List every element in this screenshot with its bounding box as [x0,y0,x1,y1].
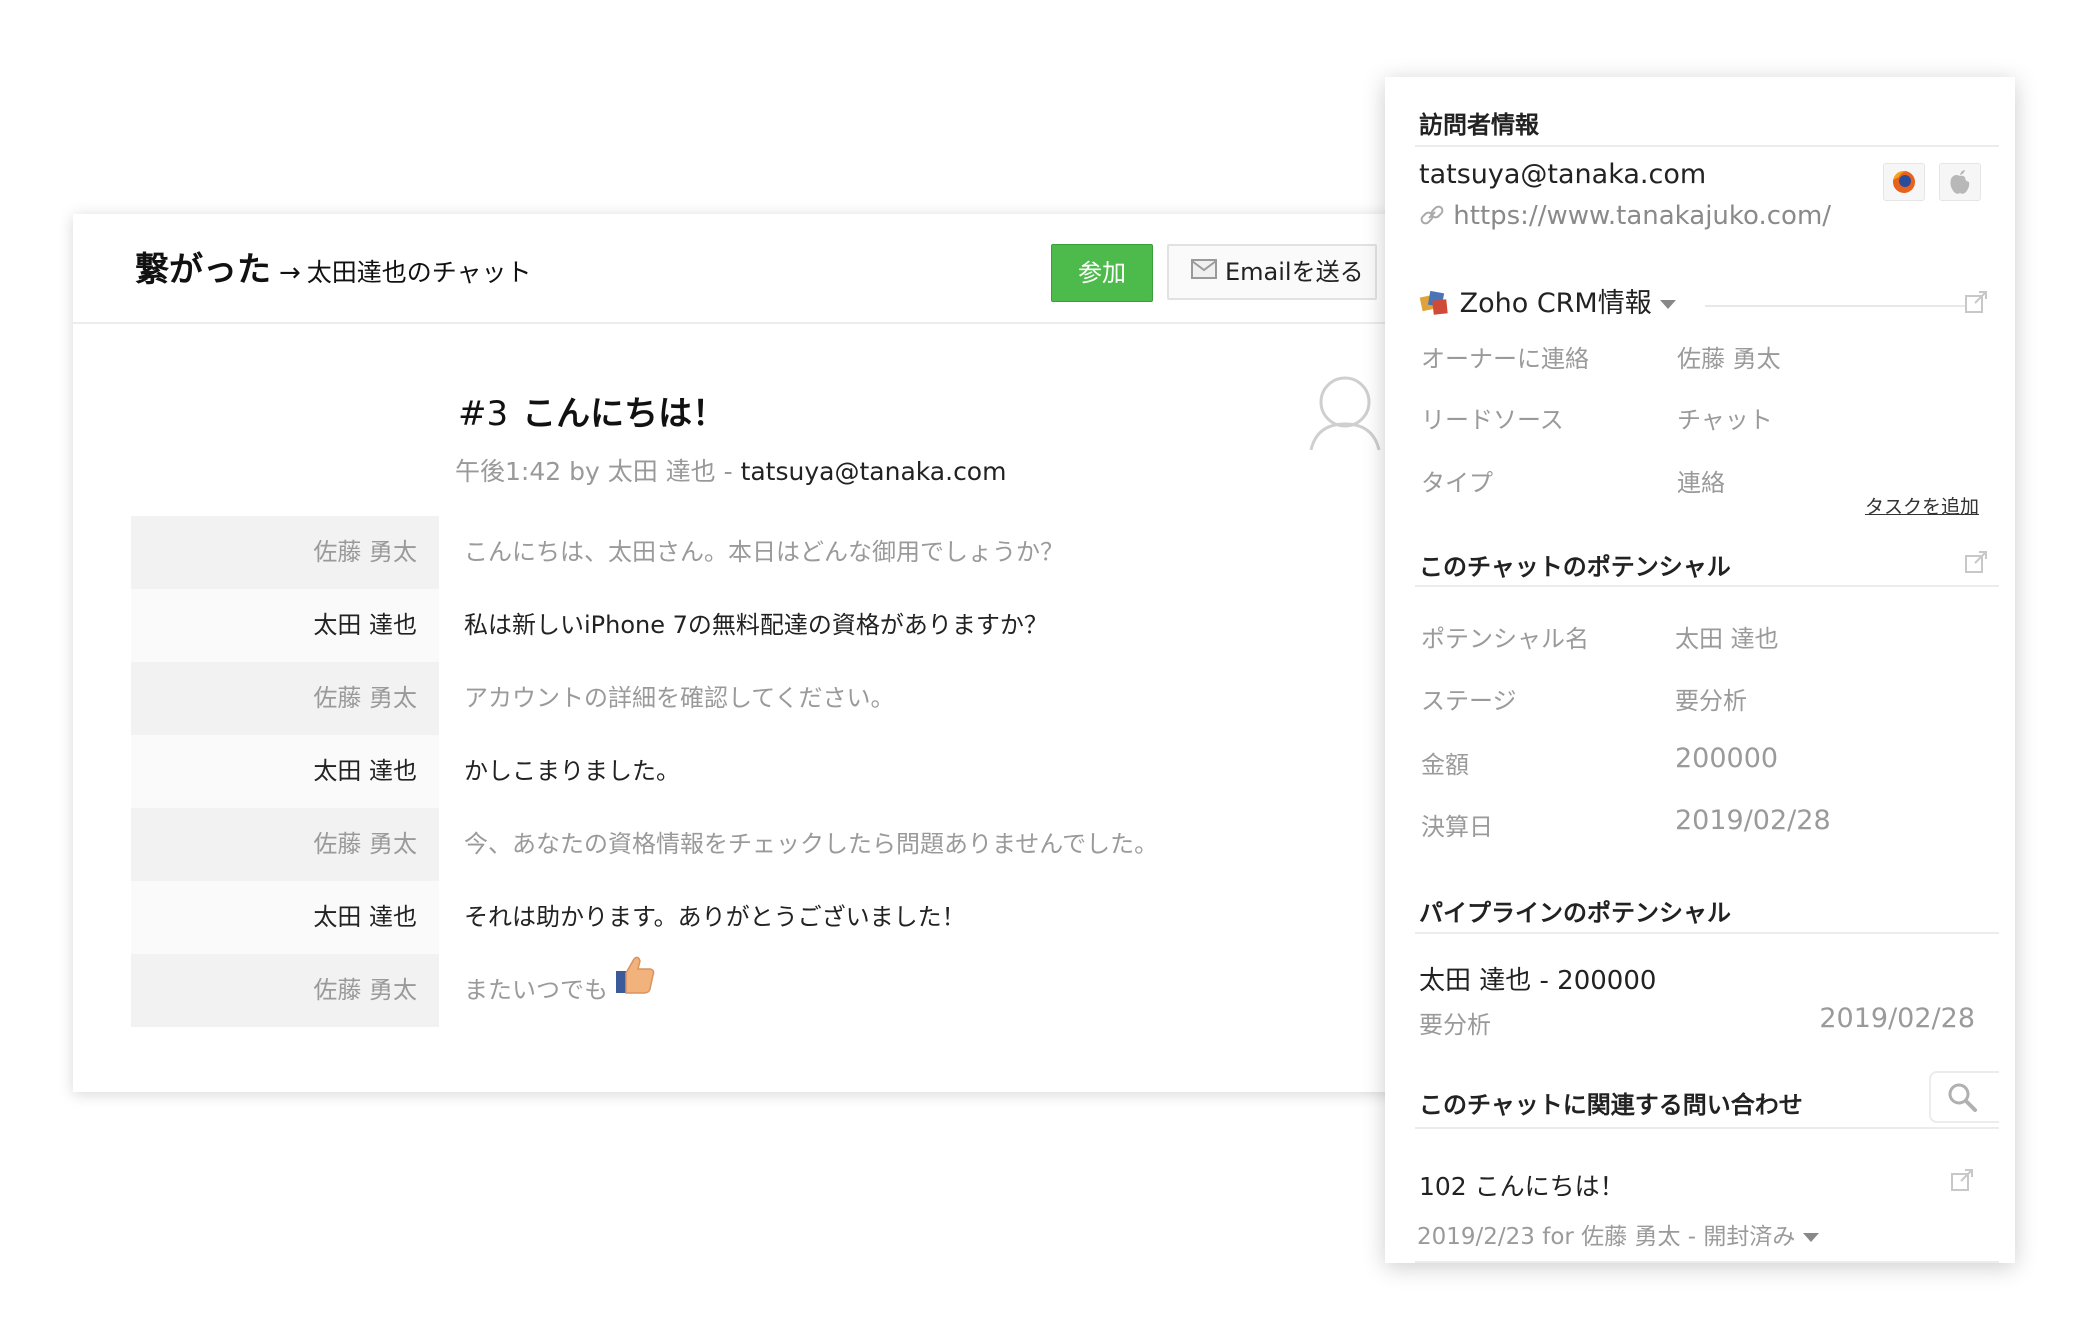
message-row: 佐藤 勇太 アカウントの詳細を確認してください。 [131,662,1381,735]
chevron-down-icon [1803,1233,1820,1242]
inquiry-meta[interactable]: 2019/2/23 for 佐藤 勇太 - 開封済み [1417,1217,1820,1251]
potential-field-value: 200000 [1675,743,1779,774]
message-sender: 佐藤 勇太 [131,516,439,589]
thumbs-up-icon [614,951,656,1024]
divider [1415,585,1999,587]
message-row: 佐藤 勇太 こんにちは、太田さん。本日はどんな御用でしょうか？ [131,516,1381,589]
visitor-info-title: 訪問者情報 [1419,111,1539,139]
crm-field-value: チャット [1677,406,1773,434]
link-icon [1419,201,1445,231]
add-task-link[interactable]: タスクを追加 [1865,492,1979,519]
potential-field-value: 要分析 [1675,687,1747,715]
crm-info-title: Zoho CRM情報 [1459,288,1652,319]
message-text: それは助かります。ありがとうございました！ [464,903,966,931]
message-row: 太田 達也 かしこまりました。 [131,735,1381,808]
potential-field-label: 金額 [1421,751,1469,779]
message-list: 佐藤 勇太 こんにちは、太田さん。本日はどんな御用でしょうか？ 太田 達也 私は… [131,516,1381,1027]
message-sender: 佐藤 勇太 [131,954,439,1027]
ticket-meta-time: 午後1:42 by 太田 達也 - [455,457,741,486]
message-text: 私は新しいiPhone 7の無料配達の資格がありますか？ [464,611,1048,639]
search-button[interactable] [1929,1071,1999,1123]
divider [1415,145,1999,147]
mail-icon [1191,245,1217,297]
related-inquiries-title: このチャットに関連する問い合わせ [1419,1091,1803,1119]
visitor-url-row: https://www.tanakajuko.com/ [1419,201,1831,231]
visitor-url-link[interactable]: https://www.tanakajuko.com/ [1453,201,1831,231]
ticket-subject: こんにちは！ [522,394,727,434]
potential-field-label: 決算日 [1421,813,1493,841]
message-text-content: またいつでも [464,976,608,1004]
chat-window: 繋がった → 太田達也のチャット 参加 Emailを送る #3 こんにちは！ 午後1:… [73,214,1403,1092]
chat-status: 繋がった [135,250,271,290]
message-text: こんにちは、太田さん。本日はどんな御用でしょうか？ [464,538,1064,566]
crm-field-value: 連絡 [1677,469,1725,497]
potential-field-value: 2019/02/28 [1675,805,1831,836]
potential-field-value: 太田 達也 [1675,625,1779,653]
join-button[interactable]: 参加 [1051,244,1153,302]
pipeline-name[interactable]: 太田 達也 - 200000 [1419,960,1656,997]
external-link-icon[interactable] [1963,549,1989,579]
external-link-icon[interactable] [1949,1167,1975,1197]
avatar-icon [1309,374,1381,454]
message-text: またいつでも [464,954,656,1027]
divider [1415,932,1999,934]
visitor-email: tatsuya@tanaka.com [1419,159,1707,190]
chat-subject: 太田達也のチャット [306,258,532,287]
chat-title: 繋がった → 太田達也のチャット [135,242,532,291]
message-sender: 太田 達也 [131,735,439,808]
message-row: 太田 達也 私は新しいiPhone 7の無料配達の資格がありますか？ [131,589,1381,662]
inquiry-title[interactable]: 102 こんにちは！ [1419,1167,1625,1203]
crm-field-label: タイプ [1421,469,1493,497]
zoho-crm-icon [1419,288,1451,319]
message-text: かしこまりました。 [464,757,680,785]
pipeline-title: パイプラインのポテンシャル [1419,899,1731,927]
ticket-meta: 午後1:42 by 太田 達也 - tatsuya@tanaka.com [455,452,1006,488]
inquiry-meta-text: 2019/2/23 for 佐藤 勇太 - 開封済み [1417,1224,1796,1250]
pipeline-stage: 要分析 [1419,1011,1491,1039]
send-email-label: Emailを送る [1225,258,1364,286]
crm-field-label: リードソース [1421,406,1564,434]
ticket-number: #3 [458,394,509,434]
visitor-info-panel: 訪問者情報 tatsuya@tanaka.com https://www.tan… [1385,77,2015,1263]
external-link-icon[interactable] [1963,289,1989,319]
crm-field-value: 佐藤 勇太 [1677,345,1781,373]
message-text: アカウントの詳細を確認してください。 [464,684,895,712]
send-email-button[interactable]: Emailを送る [1167,244,1377,300]
message-sender: 太田 達也 [131,881,439,954]
divider [1415,1261,1999,1263]
potential-field-label: ポテンシャル名 [1421,625,1589,653]
search-icon [1948,1083,1977,1112]
message-text: 今、あなたの資格情報をチェックしたら問題ありませんでした。 [464,830,1159,858]
pipeline-date: 2019/02/28 [1819,1003,1975,1034]
divider [1705,305,1965,307]
crm-info-header[interactable]: Zoho CRM情報 [1419,281,1676,320]
potential-title: このチャットのポテンシャル [1419,553,1731,581]
ticket-meta-email: tatsuya@tanaka.com [740,457,1007,486]
apple-os-icon [1939,163,1981,201]
divider [1415,1127,1999,1129]
message-sender: 太田 達也 [131,589,439,662]
ticket-title: #3 こんにちは！ [458,386,726,435]
firefox-browser-icon [1883,163,1925,201]
message-row: 太田 達也 それは助かります。ありがとうございました！ [131,881,1381,954]
arrow-icon: → [279,258,301,288]
message-row: 佐藤 勇太 今、あなたの資格情報をチェックしたら問題ありませんでした。 [131,808,1381,881]
message-sender: 佐藤 勇太 [131,808,439,881]
message-sender: 佐藤 勇太 [131,662,439,735]
chevron-down-icon [1659,300,1676,309]
message-row: 佐藤 勇太 またいつでも [131,954,1381,1027]
potential-field-label: ステージ [1421,687,1517,715]
crm-field-label: オーナーに連絡 [1421,345,1589,373]
chat-header: 繋がった → 太田達也のチャット 参加 Emailを送る [73,214,1403,324]
